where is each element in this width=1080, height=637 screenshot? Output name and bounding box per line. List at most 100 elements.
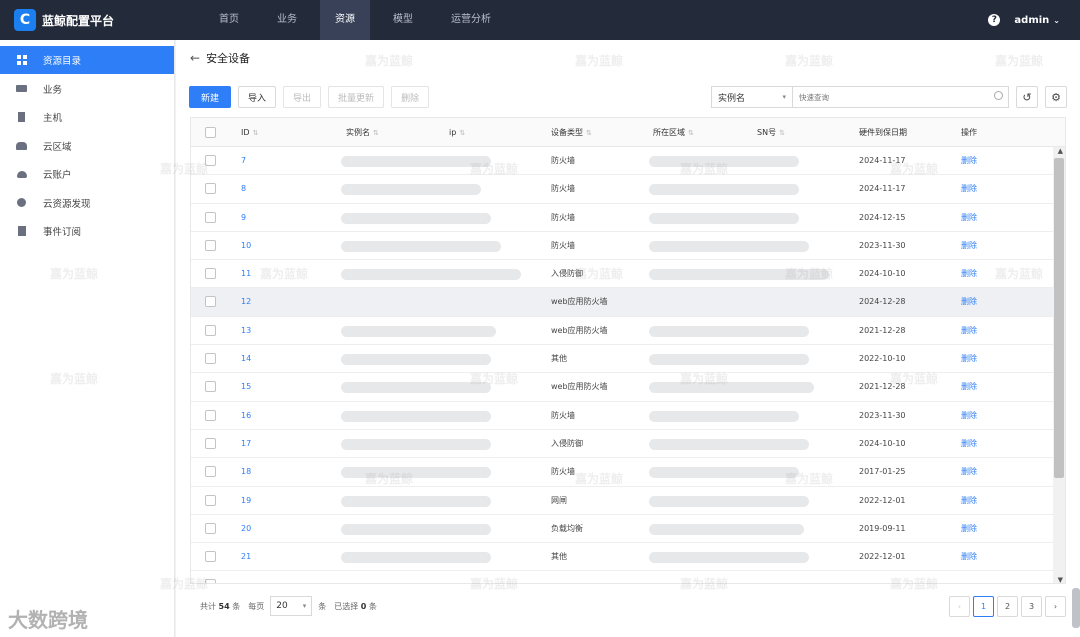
row-checkbox[interactable] [205, 551, 216, 563]
row-delete-link[interactable]: 删除 [961, 175, 977, 203]
select-all-checkbox[interactable] [205, 127, 216, 138]
row-delete-link[interactable]: 删除 [961, 260, 977, 288]
table-row[interactable]: 9 防火墙 2024-12-15 删除 [191, 204, 1065, 232]
page-button-2[interactable]: 2 [997, 595, 1018, 617]
row-id-link[interactable]: 8 [241, 175, 246, 203]
column-header-id[interactable]: ID ⇅ [241, 118, 258, 147]
row-id-link[interactable]: 13 [241, 317, 251, 345]
table-row[interactable]: 11 入侵防御 2024-10-10 删除 [191, 260, 1065, 289]
row-delete-link[interactable]: 删除 [961, 345, 977, 373]
row-delete-link[interactable]: 删除 [961, 402, 977, 430]
row-id-link[interactable]: 12 [241, 288, 251, 316]
scroll-down-icon[interactable]: ▼ [1058, 576, 1063, 583]
batch-update-button[interactable]: 批量更新 [328, 86, 385, 108]
page-button-3[interactable]: 3 [1021, 595, 1042, 617]
scroll-up-icon[interactable]: ▲ [1058, 147, 1063, 155]
sort-icon[interactable]: ⇅ [373, 129, 379, 137]
table-row[interactable]: 20 负载均衡 2019-09-11 删除 [191, 515, 1065, 544]
row-id-link[interactable]: 11 [241, 260, 251, 288]
table-row[interactable]: 21 其他 2022-12-01 删除 [191, 543, 1065, 572]
row-checkbox[interactable] [205, 381, 216, 393]
row-id-link[interactable]: 19 [241, 487, 251, 515]
sort-icon[interactable]: ⇅ [253, 129, 259, 137]
row-id-link[interactable]: 17 [241, 430, 251, 458]
page-button-1[interactable]: 1 [973, 595, 994, 617]
export-button[interactable]: 导出 [283, 86, 322, 108]
row-checkbox[interactable] [205, 409, 216, 421]
row-id-link[interactable]: 10 [241, 232, 251, 260]
user-menu[interactable]: admin ⌄ [1014, 15, 1060, 26]
row-checkbox[interactable] [205, 211, 216, 223]
column-header-region[interactable]: 所在区域 ⇅ [653, 118, 694, 147]
search-icon[interactable] [994, 91, 1003, 100]
table-row[interactable]: 18 防火墙 2017-01-25 删除 [191, 458, 1065, 487]
sidebar-item-business[interactable]: 业务 [0, 75, 174, 103]
import-button[interactable]: 导入 [238, 86, 277, 108]
table-row[interactable]: 19 网闸 2022-12-01 删除 [191, 487, 1065, 515]
row-checkbox[interactable] [205, 494, 216, 506]
app-logo[interactable]: C 蓝鲸配置平台 [14, 9, 204, 31]
row-checkbox[interactable] [205, 466, 216, 478]
row-checkbox[interactable] [205, 268, 216, 280]
row-delete-link[interactable]: 删除 [961, 487, 977, 515]
new-button[interactable]: 新建 [189, 86, 232, 108]
row-checkbox[interactable] [205, 183, 216, 195]
column-header-instance-name[interactable]: 实例名 ⇅ [346, 118, 379, 147]
table-row[interactable]: 17 入侵防御 2024-10-10 删除 [191, 430, 1065, 459]
row-id-link[interactable]: 16 [241, 402, 251, 430]
row-id-link[interactable]: 15 [241, 373, 251, 401]
page-scrollbar[interactable] [1072, 588, 1080, 628]
sidebar-item-host[interactable]: 主机 [0, 103, 174, 131]
row-delete-link[interactable]: 删除 [961, 288, 977, 316]
row-id-link[interactable]: 21 [241, 543, 251, 571]
row-checkbox[interactable] [205, 239, 216, 251]
table-row[interactable]: 10 防火墙 2023-11-30 删除 [191, 232, 1065, 261]
row-checkbox[interactable] [205, 296, 216, 308]
column-header-ip[interactable]: ip ⇅ [449, 118, 465, 147]
sidebar-item-cloud-area[interactable]: 云区域 [0, 132, 174, 160]
delete-button[interactable]: 删除 [391, 86, 430, 108]
help-icon[interactable]: ? [988, 14, 1001, 26]
row-checkbox[interactable] [205, 437, 216, 449]
table-row[interactable]: 15 web应用防火墙 2021-12-28 删除 [191, 373, 1065, 402]
row-delete-link[interactable]: 删除 [961, 543, 977, 571]
next-page-button[interactable]: › [1045, 595, 1066, 617]
sort-icon[interactable]: ⇅ [586, 129, 592, 137]
page-size-select[interactable]: 20 ▾ [270, 596, 313, 616]
back-arrow-icon[interactable]: ← [190, 51, 200, 65]
search-input[interactable] [793, 86, 1009, 108]
sort-icon[interactable]: ⇅ [688, 129, 694, 137]
row-id-link[interactable]: 14 [241, 345, 251, 373]
table-scrollbar[interactable]: ▲ ▼ [1053, 147, 1065, 583]
prev-page-button[interactable]: ‹ [949, 595, 970, 617]
sidebar-item-cloud-discovery[interactable]: 云资源发现 [0, 189, 174, 217]
row-id-link[interactable]: 7 [241, 147, 246, 175]
row-delete-link[interactable]: 删除 [961, 204, 977, 232]
sidebar-item-event-subscription[interactable]: 事件订阅 [0, 217, 174, 245]
sidebar-item-resource-catalog[interactable]: 资源目录 [0, 46, 174, 74]
row-delete-link[interactable]: 删除 [961, 317, 977, 345]
row-checkbox[interactable] [205, 579, 216, 583]
row-checkbox[interactable] [205, 353, 216, 365]
column-header-device-type[interactable]: 设备类型 ⇅ [551, 118, 592, 147]
row-delete-link[interactable]: 删除 [961, 458, 977, 486]
nav-item-analytics[interactable]: 运营分析 [436, 0, 506, 40]
sidebar-item-cloud-account[interactable]: 云账户 [0, 160, 174, 188]
table-row[interactable]: 13 web应用防火墙 2021-12-28 删除 [191, 317, 1065, 346]
table-row[interactable]: 7 防火墙 2024-11-17 删除 [191, 147, 1065, 176]
row-delete-link[interactable]: 删除 [961, 515, 977, 543]
row-id-link[interactable]: 9 [241, 204, 246, 232]
history-button[interactable]: ↺ [1016, 86, 1038, 108]
sort-icon[interactable]: ⇅ [779, 129, 785, 137]
row-delete-link[interactable]: 删除 [961, 430, 977, 458]
table-row[interactable]: 12 web应用防火墙 2024-12-28 删除 [191, 288, 1065, 317]
row-checkbox[interactable] [205, 522, 216, 534]
nav-item-resource[interactable]: 资源 [320, 0, 370, 40]
nav-item-model[interactable]: 模型 [378, 0, 428, 40]
row-checkbox[interactable] [205, 155, 216, 166]
row-delete-link[interactable]: 删除 [961, 232, 977, 260]
row-checkbox[interactable] [205, 324, 216, 336]
row-delete-link[interactable]: 删除 [961, 147, 977, 175]
table-row[interactable]: 8 防火墙 2024-11-17 删除 [191, 175, 1065, 204]
row-delete-link[interactable]: 删除 [961, 373, 977, 401]
